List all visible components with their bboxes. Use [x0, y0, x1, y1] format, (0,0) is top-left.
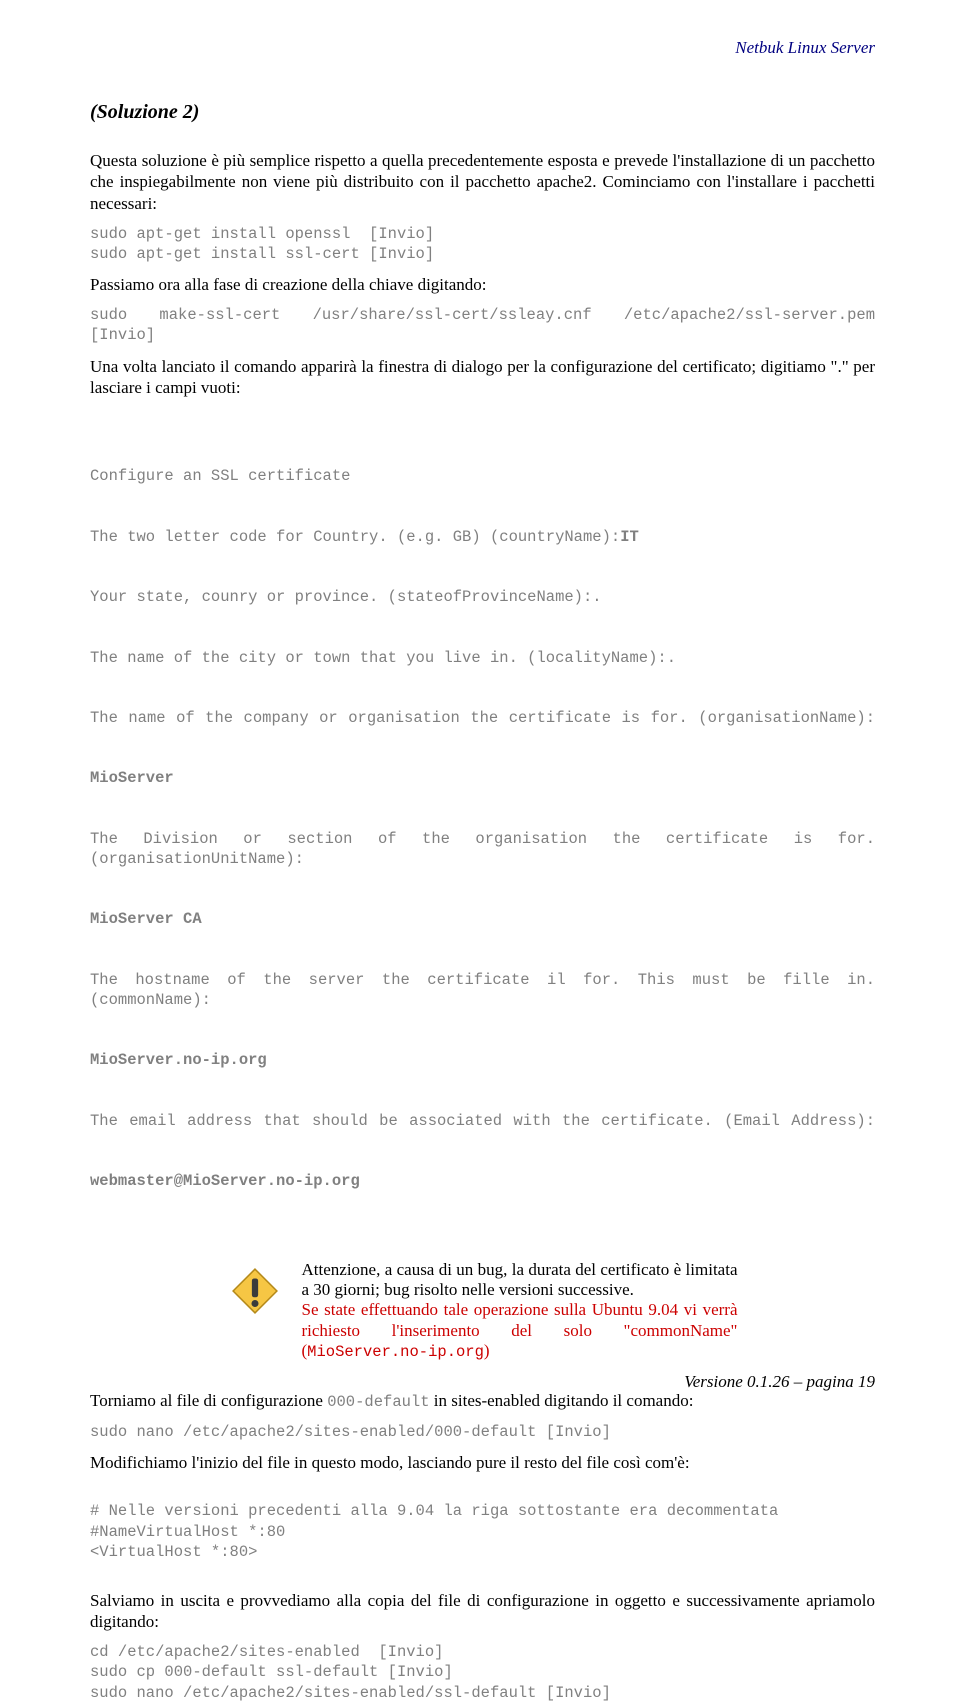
cert-line: The name of the city or town that you li…	[90, 648, 875, 668]
page-header-right: Netbuk Linux Server	[735, 38, 875, 58]
code-block-2: sudo make-ssl-cert /usr/share/ssl-cert/s…	[90, 305, 875, 345]
code-block-6: cd /etc/apache2/sites-enabled [Invio] su…	[90, 1642, 875, 1702]
warning-icon	[228, 1260, 282, 1316]
paragraph-1: Questa soluzione è più semplice rispetto…	[90, 150, 875, 214]
code-block-5: # Nelle versioni precedenti alla 9.04 la…	[90, 1501, 875, 1561]
cert-line: MioServer CA	[90, 909, 875, 929]
ssl-config-block: Configure an SSL certificate The two let…	[90, 426, 875, 1232]
cert-line: The email address that should be associa…	[90, 1111, 875, 1131]
cert-line: The two letter code for Country. (e.g. G…	[90, 527, 875, 547]
section-heading: (Soluzione 2)	[90, 100, 875, 125]
page-footer-right: Versione 0.1.26 – pagina 19	[684, 1372, 875, 1392]
warning-line-1: Attenzione, a causa di un bug, la durata…	[302, 1260, 738, 1299]
cert-line: Configure an SSL certificate	[90, 466, 875, 486]
cert-line: The hostname of the server the certifica…	[90, 970, 875, 1010]
paragraph-5: Modifichiamo l'inizio del file in questo…	[90, 1452, 875, 1473]
cert-line: MioServer.no-ip.org	[90, 1050, 875, 1070]
paragraph-6: Salviamo in uscita e provvediamo alla co…	[90, 1590, 875, 1633]
warning-line-2: Se state effettuando tale operazione sul…	[302, 1300, 738, 1360]
code-block-4: sudo nano /etc/apache2/sites-enabled/000…	[90, 1422, 875, 1442]
paragraph-4: Torniamo al file di configurazione 000-d…	[90, 1390, 875, 1412]
cert-line: Your state, counry or province. (stateof…	[90, 587, 875, 607]
cert-line: webmaster@MioServer.no-ip.org	[90, 1171, 875, 1191]
warning-callout: Attenzione, a causa di un bug, la durata…	[228, 1260, 738, 1362]
cert-line: The name of the company or organisation …	[90, 708, 875, 728]
code-block-1: sudo apt-get install openssl [Invio] sud…	[90, 224, 875, 264]
paragraph-3: Una volta lanciato il comando apparirà l…	[90, 356, 875, 399]
cert-line: MioServer	[90, 768, 875, 788]
cert-line: The Division or section of the organisat…	[90, 829, 875, 869]
page-content: (Soluzione 2) Questa soluzione è più sem…	[90, 100, 875, 1703]
warning-text: Attenzione, a causa di un bug, la durata…	[302, 1260, 738, 1362]
paragraph-2: Passiamo ora alla fase di creazione dell…	[90, 274, 875, 295]
